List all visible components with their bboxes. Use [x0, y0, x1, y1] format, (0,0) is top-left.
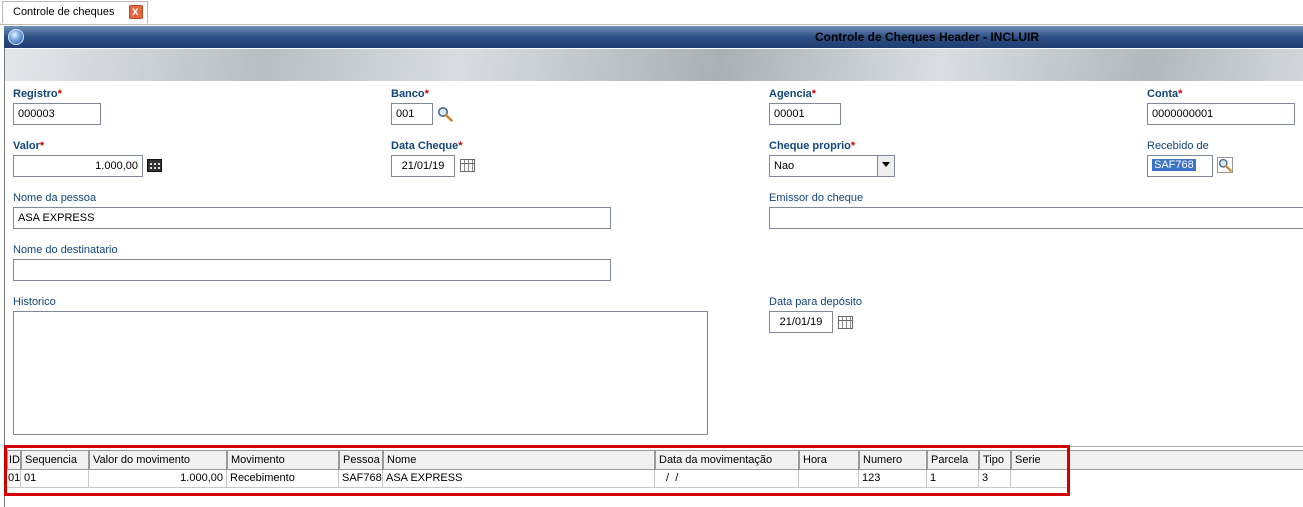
- destinatario-label: Nome do destinatario: [13, 244, 118, 256]
- agencia-label: Agencia*: [769, 88, 817, 100]
- close-tab-icon[interactable]: x: [129, 4, 143, 19]
- data-deposito-field[interactable]: 21/01/19: [769, 311, 833, 333]
- recebido-de-search-icon[interactable]: [1217, 157, 1233, 173]
- cheque-proprio-label: Cheque proprio*: [769, 140, 856, 152]
- historico-label: Historico: [13, 296, 56, 308]
- toolbar-band: [5, 49, 1303, 81]
- valor-label: Valor*: [13, 140, 45, 152]
- emissor-field[interactable]: [769, 207, 1303, 229]
- calculator-icon[interactable]: [147, 159, 162, 172]
- destinatario-field[interactable]: [13, 259, 611, 281]
- data-deposito-calendar-icon[interactable]: [838, 316, 853, 329]
- data-cheque-calendar-icon[interactable]: [460, 159, 475, 172]
- window-title: Controle de Cheques Header - INCLUIR: [814, 30, 1039, 44]
- nome-pessoa-field[interactable]: ASA EXPRESS: [13, 207, 611, 229]
- recebido-de-field[interactable]: SAF768: [1147, 155, 1213, 177]
- cheque-proprio-select[interactable]: Nao: [769, 155, 895, 177]
- tab-controle-de-cheques[interactable]: Controle de cheques x: [2, 1, 148, 23]
- conta-field[interactable]: 0000000001: [1147, 103, 1295, 125]
- emissor-label: Emissor do cheque: [769, 192, 864, 204]
- chevron-down-icon[interactable]: [877, 156, 894, 176]
- grid-highlight-box: [4, 445, 1070, 496]
- data-cheque-label: Data Cheque*: [391, 140, 463, 152]
- valor-field[interactable]: 1.000,00: [13, 155, 143, 177]
- data-deposito-label: Data para depósito: [769, 296, 862, 308]
- recebido-de-value: SAF768: [1152, 159, 1196, 171]
- cheque-proprio-value: Nao: [774, 160, 795, 172]
- tab-label: Controle de cheques: [13, 6, 115, 18]
- registro-field[interactable]: 000003: [13, 103, 101, 125]
- banco-field[interactable]: 001: [391, 103, 433, 125]
- close-glyph: x: [132, 4, 139, 18]
- conta-label: Conta*: [1147, 88, 1183, 100]
- agencia-field[interactable]: 00001: [769, 103, 841, 125]
- data-cheque-field[interactable]: 21/01/19: [391, 155, 455, 177]
- historico-textarea[interactable]: [13, 311, 708, 435]
- recebido-de-label: Recebido de: [1147, 140, 1209, 152]
- nome-pessoa-label: Nome da pessoa: [13, 192, 97, 204]
- registro-label: Registro*: [13, 88, 62, 100]
- banco-search-icon[interactable]: [437, 106, 453, 122]
- tab-strip: [0, 0, 1303, 25]
- banco-label: Banco*: [391, 88, 429, 100]
